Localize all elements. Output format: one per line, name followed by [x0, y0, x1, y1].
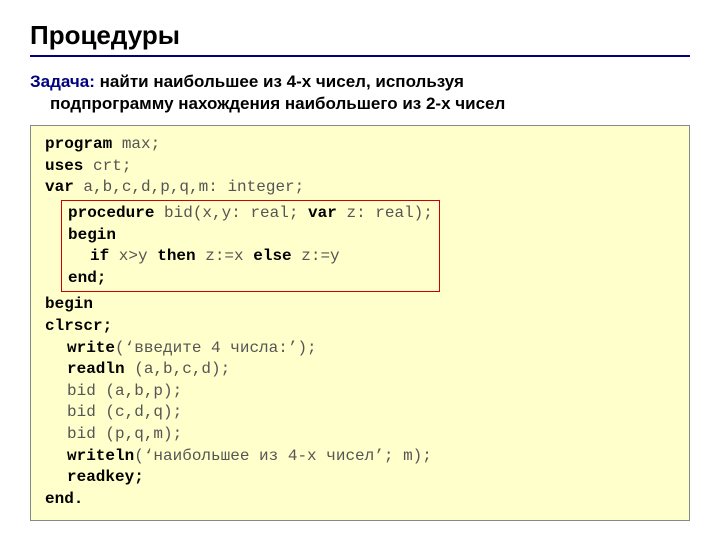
code-block: program max; uses crt; var a,b,c,d,p,q,m…	[30, 125, 690, 521]
kw-var2: var	[308, 204, 337, 222]
task-text-1: найти наибольшее из 4-х чисел, используя	[95, 72, 464, 91]
task-label: Задача:	[30, 72, 95, 91]
kw-uses: uses	[45, 157, 83, 175]
page-title: Процедуры	[30, 20, 690, 57]
kw-var: var	[45, 178, 74, 196]
kw-if: if	[90, 247, 109, 265]
kw-begin-inner: begin	[68, 226, 116, 244]
code-l6c: z:=y	[292, 247, 340, 265]
kw-end-inner: end;	[68, 269, 106, 287]
code-l4b: z: real);	[337, 204, 433, 222]
code-l3: a,b,c,d,p,q,m: integer;	[74, 178, 304, 196]
code-l2: crt;	[83, 157, 131, 175]
code-l4a: bid(x,y: real;	[154, 204, 308, 222]
code-l12: bid (a,b,p);	[67, 382, 182, 400]
code-l1: max;	[112, 135, 160, 153]
kw-readln: readln	[67, 360, 125, 378]
code-l13: bid (c,d,q);	[67, 403, 182, 421]
kw-begin: begin	[45, 295, 93, 313]
kw-else: else	[253, 247, 291, 265]
code-l6b: z:=x	[196, 247, 254, 265]
kw-procedure: procedure	[68, 204, 154, 222]
code-l10: (‘введите 4 числа:’);	[115, 339, 317, 357]
kw-then: then	[157, 247, 195, 265]
kw-clrscr: clrscr;	[45, 317, 112, 335]
kw-writeln: writeln	[67, 447, 134, 465]
kw-end: end.	[45, 490, 83, 508]
task-text-2: подпрограмму нахождения наибольшего из 2…	[30, 94, 505, 113]
procedure-highlight-box: procedure bid(x,y: real; var z: real); b…	[61, 200, 440, 292]
code-l6a: x>y	[109, 247, 157, 265]
task-description: Задача: найти наибольшее из 4-х чисел, и…	[30, 71, 690, 115]
kw-readkey: readkey;	[67, 468, 144, 486]
code-l11: (a,b,c,d);	[125, 360, 231, 378]
code-l14: bid (p,q,m);	[67, 425, 182, 443]
code-l15: (‘наибольшее из 4-х чисел’; m);	[134, 447, 432, 465]
kw-write: write	[67, 339, 115, 357]
kw-program: program	[45, 135, 112, 153]
